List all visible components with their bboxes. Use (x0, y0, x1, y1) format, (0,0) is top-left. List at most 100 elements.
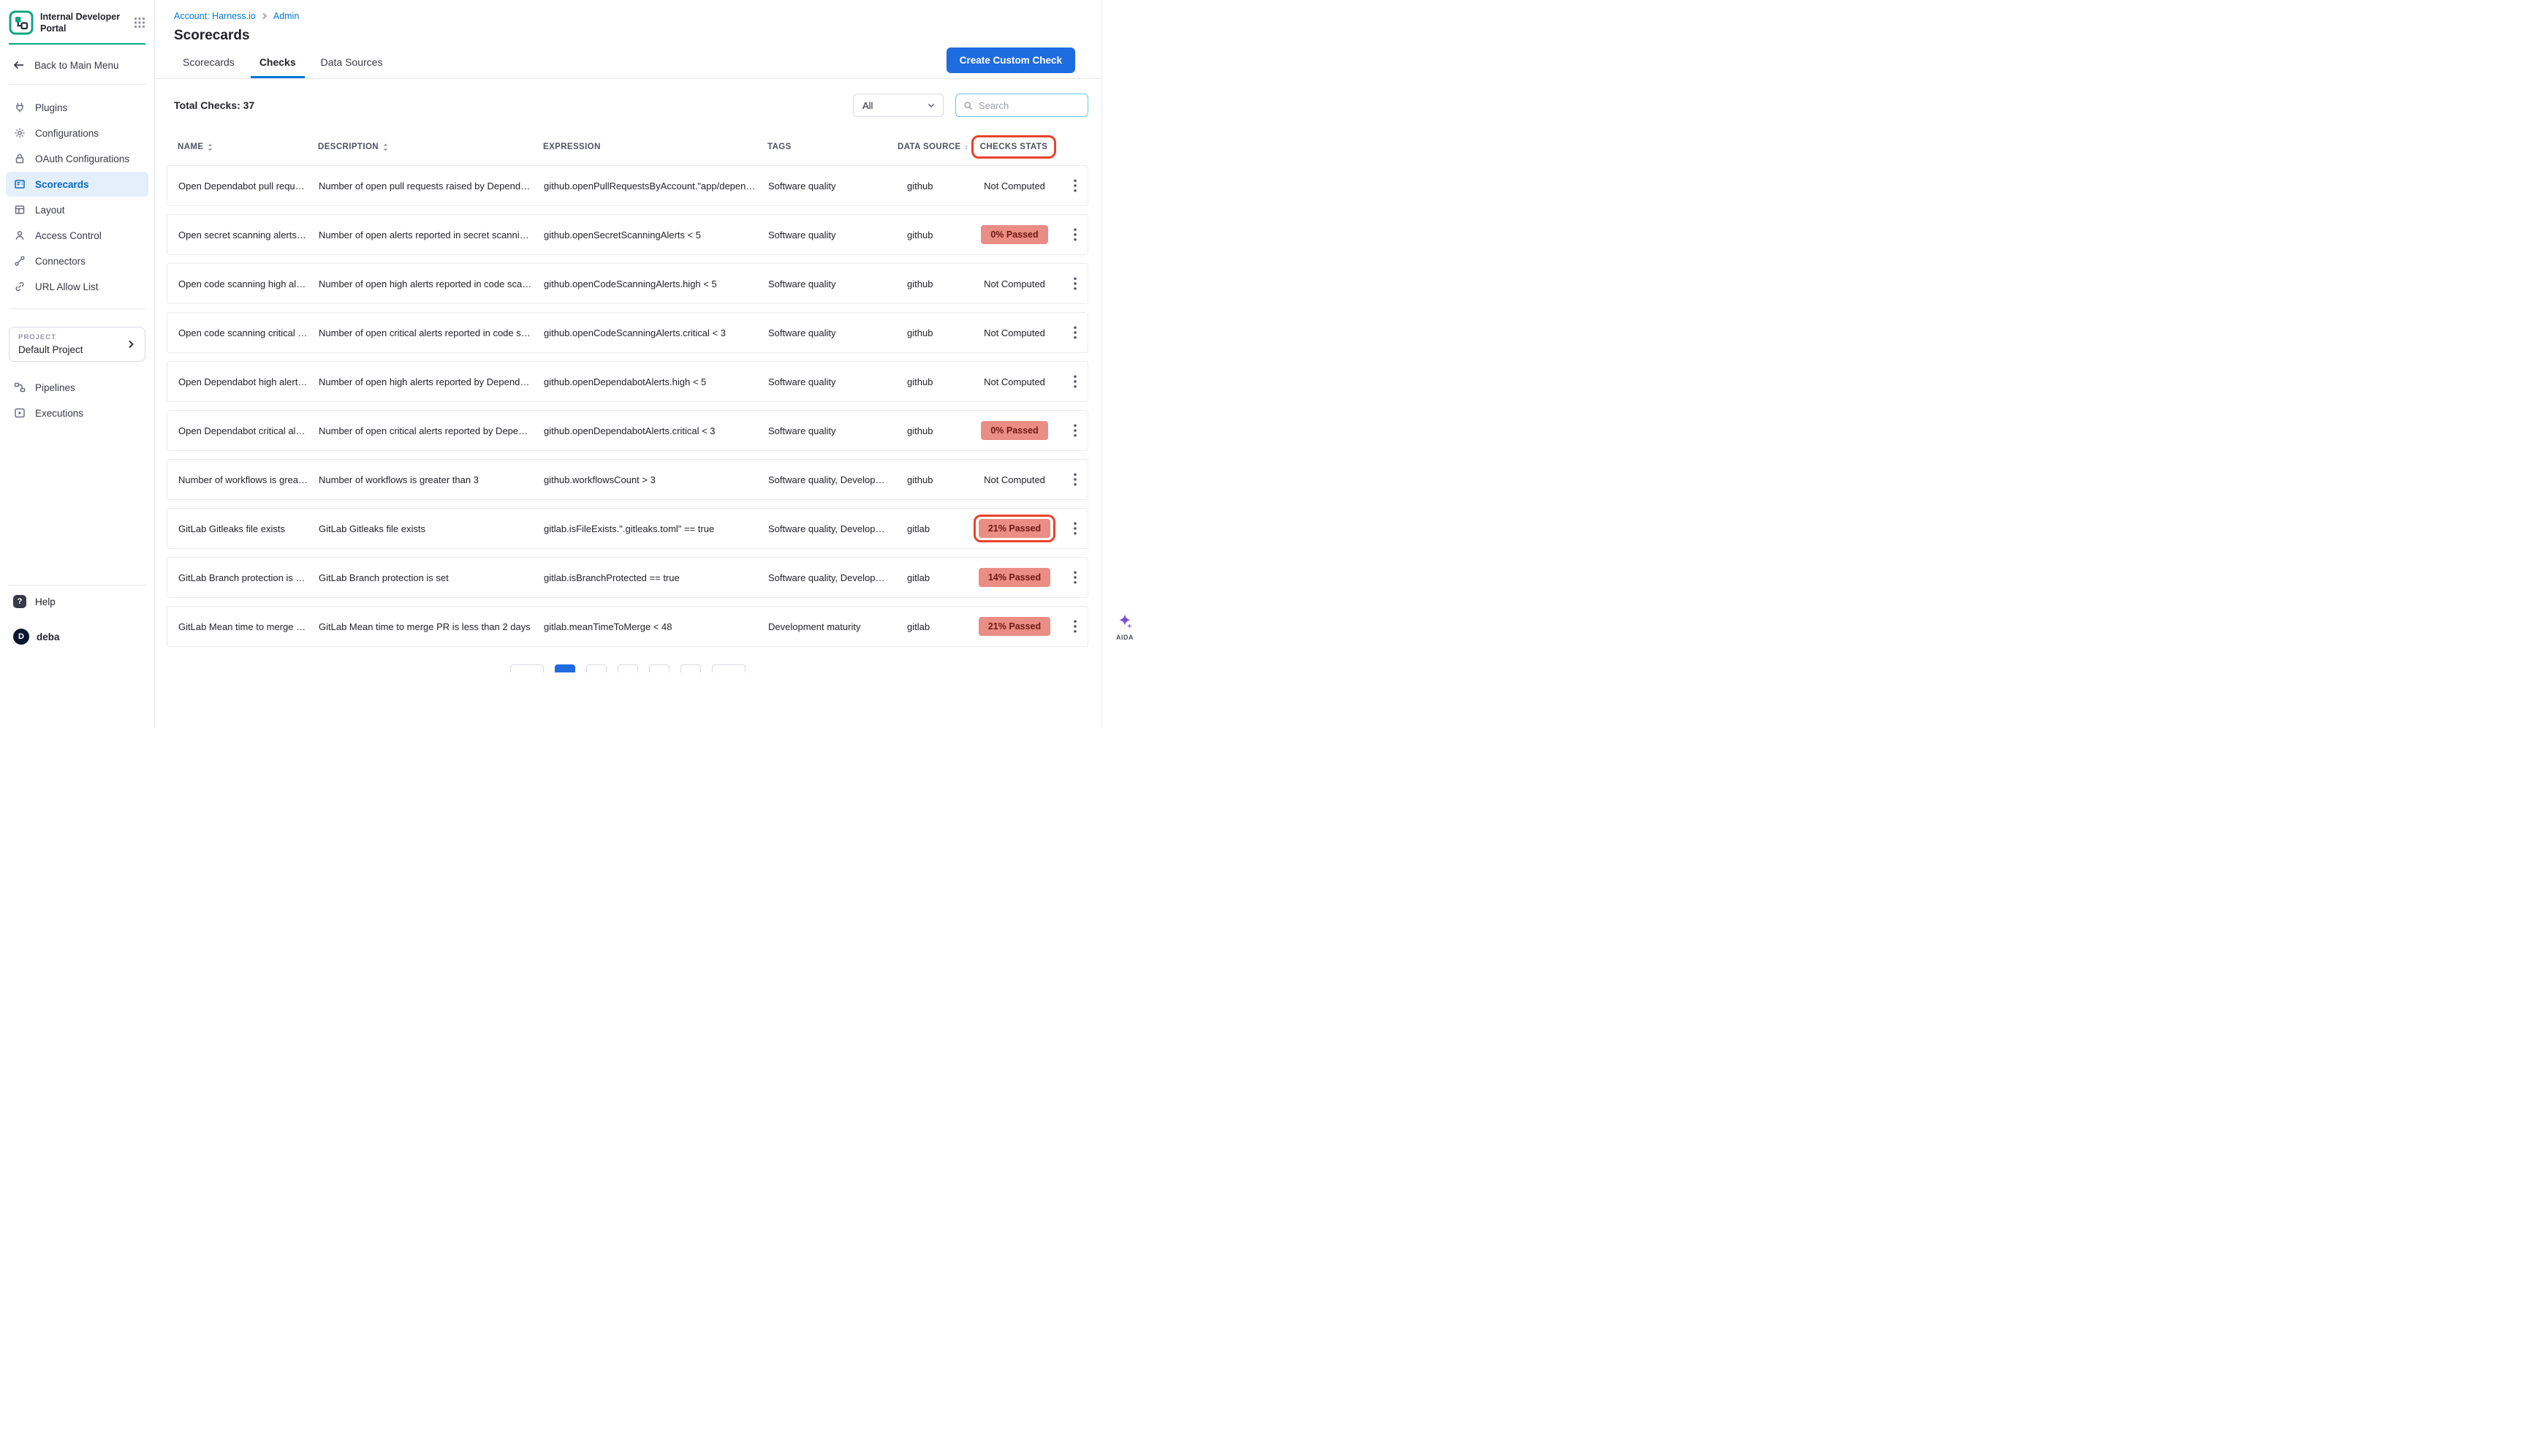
table-row[interactable]: Open code scanning critical ale... Numbe… (167, 312, 1088, 353)
sidebar-item-label: Pipelines (35, 382, 75, 393)
column-label: EXPRESSION (543, 143, 601, 151)
sort-icon[interactable] (206, 143, 214, 152)
table-row[interactable]: Open Dependabot critical alert... Number… (167, 410, 1088, 451)
help-button[interactable]: ? Help (0, 585, 154, 608)
project-name: Default Project (18, 344, 126, 355)
sidebar-item-executions[interactable]: Executions (6, 401, 148, 425)
stats-annotation-ring: 21% Passed (974, 613, 1055, 640)
row-menu-button[interactable] (1060, 607, 1090, 646)
row-menu-button[interactable] (1060, 411, 1090, 450)
sidebar-item-oauth-configurations[interactable]: OAuth Configurations (6, 146, 148, 171)
kebab-icon (1074, 375, 1077, 388)
sidebar-header: Internal Developer Portal (9, 10, 145, 45)
table-row[interactable]: GitLab Mean time to merge PR ... GitLab … (167, 606, 1088, 647)
pipelines-icon (14, 382, 26, 393)
filter-value: All (862, 100, 873, 111)
check-expression: gitlab.isFileExists.".gitleaks.toml" == … (533, 523, 757, 534)
pagination-button[interactable] (510, 664, 544, 672)
user-name: deba (37, 632, 60, 642)
chevron-down-icon (927, 101, 936, 110)
column-label: TAGS (767, 143, 792, 151)
pagination-button[interactable] (555, 664, 575, 672)
tabs-row: Scorecards Checks Data Sources Create Cu… (155, 47, 1101, 79)
check-description: Number of open critical alerts reported … (308, 425, 533, 436)
sidebar-item-url-allow-list[interactable]: URL Allow List (6, 274, 148, 299)
column-header-data-source[interactable]: DATA SOURCE (887, 143, 968, 152)
sidebar: Internal Developer Portal Back to Main M… (0, 0, 155, 728)
table-row[interactable]: Open secret scanning alerts is ... Numbe… (167, 214, 1088, 255)
user-menu[interactable]: D deba (0, 608, 154, 645)
sidebar-bottom: ? Help D deba (0, 585, 154, 645)
app-grid-icon[interactable] (134, 17, 145, 29)
help-icon: ? (13, 595, 26, 608)
back-to-main-menu[interactable]: Back to Main Menu (0, 45, 154, 84)
sidebar-nav: Plugins Configurations OAuth Configurati… (0, 85, 154, 308)
filter-dropdown[interactable]: All (853, 94, 944, 117)
check-description: Number of open alerts reported in secret… (308, 230, 533, 240)
table-row[interactable]: Open Dependabot pull request... Number o… (167, 165, 1088, 206)
kebab-icon (1074, 473, 1077, 486)
layout-icon (14, 204, 26, 216)
pagination-button[interactable] (649, 664, 670, 672)
aida-button[interactable]: AIDA (1110, 613, 1140, 641)
pagination-button[interactable] (618, 664, 638, 672)
column-header-expression: EXPRESSION (532, 143, 756, 151)
stats-annotation-ring: Not Computed (979, 274, 1050, 294)
sidebar-item-plugins[interactable]: Plugins (6, 95, 148, 120)
row-menu-button[interactable] (1060, 215, 1090, 254)
row-menu-button[interactable] (1060, 460, 1090, 499)
sidebar-item-connectors[interactable]: Connectors (6, 249, 148, 273)
tab-scorecards[interactable]: Scorecards (174, 47, 243, 78)
sidebar-item-configurations[interactable]: Configurations (6, 121, 148, 145)
check-stats-value: Not Computed (984, 278, 1045, 289)
tab-checks[interactable]: Checks (251, 47, 305, 78)
pagination-button[interactable] (586, 664, 607, 672)
check-stats-value: Not Computed (984, 376, 1045, 387)
row-menu-button[interactable] (1060, 166, 1090, 205)
link-icon (14, 281, 26, 292)
column-header-description[interactable]: DESCRIPTION (307, 143, 532, 152)
check-description: Number of open high alerts reported by D… (308, 376, 533, 387)
table-row[interactable]: Open Dependabot high alerts i... Number … (167, 361, 1088, 402)
project-meta: PROJECT Default Project (18, 333, 126, 355)
breadcrumb-account-link[interactable]: Account: Harness.io (174, 11, 256, 21)
check-data-source: github (887, 230, 969, 240)
tabs: Scorecards Checks Data Sources (174, 47, 391, 78)
sidebar-item-label: Plugins (35, 102, 67, 113)
project-selector[interactable]: PROJECT Default Project (9, 327, 145, 362)
back-label: Back to Main Menu (34, 60, 119, 71)
row-menu-button[interactable] (1060, 509, 1090, 548)
check-data-source: github (887, 474, 969, 485)
check-expression: github.openCodeScanningAlerts.critical <… (533, 327, 757, 338)
breadcrumb-admin-link[interactable]: Admin (273, 11, 299, 21)
column-header-name[interactable]: NAME (167, 143, 307, 152)
check-data-source: github (887, 327, 969, 338)
check-stats-value: 0% Passed (981, 421, 1047, 440)
pagination-button[interactable] (680, 664, 701, 672)
search-input[interactable] (979, 100, 1080, 111)
table-row[interactable]: GitLab Branch protection is set GitLab B… (167, 557, 1088, 598)
row-menu-button[interactable] (1060, 362, 1090, 401)
plugins-icon (14, 102, 26, 113)
row-menu-button[interactable] (1060, 264, 1090, 303)
sidebar-item-scorecards[interactable]: Scorecards (6, 172, 148, 197)
sidebar-item-layout[interactable]: Layout (6, 197, 148, 222)
table-row[interactable]: GitLab Gitleaks file exists GitLab Gitle… (167, 508, 1088, 549)
pagination-button[interactable] (712, 664, 746, 672)
kebab-icon (1074, 326, 1077, 339)
check-stats-value: 21% Passed (979, 519, 1050, 538)
sidebar-item-access-control[interactable]: Access Control (6, 223, 148, 248)
sidebar-item-label: Access Control (35, 230, 102, 241)
table-row[interactable]: Number of workflows is greate... Number … (167, 459, 1088, 500)
check-stats-cell: 0% Passed (969, 221, 1060, 249)
row-menu-button[interactable] (1060, 313, 1090, 352)
stats-annotation-ring: 0% Passed (976, 221, 1052, 249)
table-row[interactable]: Open code scanning high alert... Number … (167, 263, 1088, 304)
sidebar-item-pipelines[interactable]: Pipelines (6, 375, 148, 400)
row-menu-button[interactable] (1060, 558, 1090, 597)
sort-icon[interactable] (382, 143, 390, 152)
tab-data-sources[interactable]: Data Sources (312, 47, 392, 78)
check-tags: Software quality (757, 278, 887, 289)
user-icon (14, 230, 26, 241)
create-custom-check-button[interactable]: Create Custom Check (947, 48, 1075, 73)
